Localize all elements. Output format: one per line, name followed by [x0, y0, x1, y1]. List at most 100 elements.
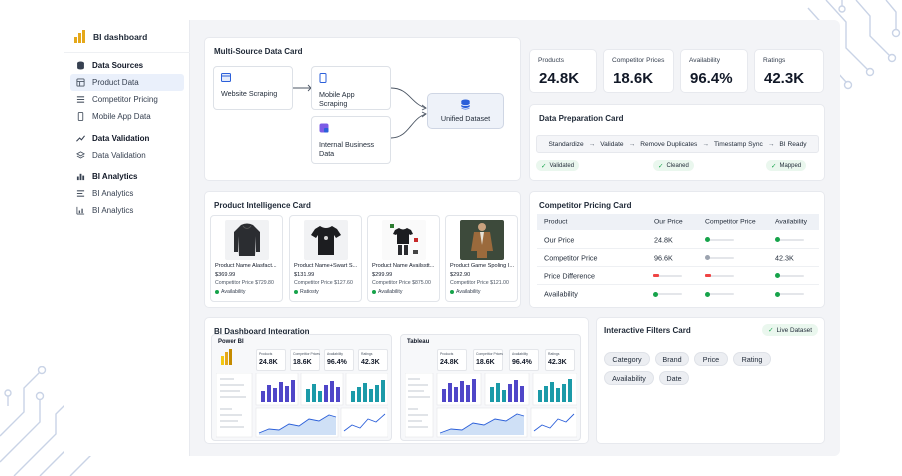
product-name: Product Game Spoling I...: [450, 263, 515, 269]
source-label: Mobile App Scraping: [319, 90, 355, 108]
filter-chip-brand[interactable]: Brand: [655, 352, 689, 366]
mini-kpi-label: Availability: [512, 352, 528, 356]
table-row[interactable]: Our Price 24.8K: [537, 231, 819, 249]
live-dataset-badge: ✓ Live Dataset: [762, 324, 818, 336]
mini-kpi-value: 42.3K: [548, 359, 567, 366]
source-label: Website Scraping: [221, 89, 278, 98]
source-website-scraping[interactable]: Website Scraping: [213, 66, 293, 110]
arrow-right-icon: →: [628, 140, 636, 148]
sidebar-item-product-data[interactable]: Product Data: [70, 74, 184, 91]
filter-chip-category[interactable]: Category: [604, 352, 650, 366]
row-label: Price Difference: [544, 271, 596, 280]
product-card[interactable]: Product Game Spoling I... $292.90 Compet…: [445, 215, 518, 302]
sidebar-section-label: Data Sources: [92, 61, 144, 70]
mini-kpi: Competitor Prices 18.6K: [473, 349, 503, 371]
status-dot-icon: [450, 290, 454, 294]
sidebar-item-label: Product Data: [92, 78, 139, 87]
product-price: $299.99: [372, 272, 393, 278]
our-price-indicator: [653, 274, 682, 277]
kpi-value: 24.8K: [539, 70, 580, 87]
internal-data-icon: [319, 123, 383, 135]
bi-integration-card: BI Dashboard Integration Power BI Produc…: [204, 317, 589, 444]
source-label-line2: Data: [319, 149, 335, 158]
product-card[interactable]: Product Name+Swart S... $131.99 Competit…: [289, 215, 362, 302]
sidebar-section-data-validation[interactable]: Data Validation: [70, 130, 184, 147]
sidebar-item-label: Data Validation: [92, 151, 146, 160]
mini-kpi: Ratings 42.3K: [545, 349, 575, 371]
brand: BI dashboard: [74, 30, 147, 43]
bar-chart-icon: [76, 172, 85, 181]
kpi-value: 42.3K: [764, 70, 805, 87]
power-bi-logo-icon: [220, 349, 234, 370]
unified-dataset-node[interactable]: Unified Dataset: [427, 93, 504, 129]
source-mobile-app-scraping[interactable]: Mobile App Scraping: [311, 66, 391, 110]
sidebar-section-bi-analytics[interactable]: BI Analytics: [70, 168, 184, 185]
filter-chip-availability[interactable]: Availability: [604, 371, 654, 385]
column-header: Our Price: [654, 218, 683, 226]
sidebar-item-label: Mobile App Data: [92, 112, 151, 121]
row-label: Availability: [544, 289, 578, 299]
chip-label: Mapped: [779, 162, 802, 169]
product-price: $292.90: [450, 272, 471, 278]
table-row[interactable]: Price Difference: [537, 267, 819, 285]
sidebar-section-label: BI Analytics: [92, 172, 138, 181]
browser-icon: [221, 73, 285, 84]
sidebar-item-bi-analytics[interactable]: BI Analytics: [70, 185, 184, 202]
filter-label: Rating: [741, 354, 763, 364]
mobile-icon: [319, 73, 383, 85]
table-row[interactable]: Availability: [537, 285, 819, 303]
product-data-icon: [76, 78, 85, 87]
kpi-products: Products 24.8K: [529, 49, 597, 93]
column-header: Availability: [775, 218, 807, 226]
competitor-price: Competitor Price $121.00: [450, 280, 509, 286]
mini-kpi-label: Products: [440, 352, 454, 356]
our-price-indicator: [653, 291, 682, 297]
trend-icon: [76, 134, 85, 143]
status-label: Availability: [221, 289, 246, 295]
column-header: Competitor Price: [705, 218, 756, 226]
filter-chip-price[interactable]: Price: [694, 352, 728, 366]
mini-kpi-label: Products: [259, 352, 273, 356]
sidebar-item-data-validation[interactable]: Data Validation: [70, 147, 184, 164]
product-name: Product Name+Swart S...: [294, 263, 358, 269]
sidebar-item-bi-analytics-2[interactable]: BI Analytics: [70, 202, 184, 219]
filter-chip-date[interactable]: Date: [659, 371, 689, 385]
status-dot-icon: [215, 290, 219, 294]
card-title: Data Preparation Card: [539, 114, 624, 123]
sidebar-item-mobile-app-data[interactable]: Mobile App Data: [70, 108, 184, 125]
database-icon: [428, 99, 503, 112]
product-intelligence-card: Product Intelligence Card Product Name A…: [204, 191, 521, 308]
kpi-competitor-prices: Competitor Prices 18.6K: [603, 49, 674, 93]
card-title: Product Intelligence Card: [214, 201, 311, 210]
product-card[interactable]: Product Name Availsstt... $299.99 Compet…: [367, 215, 440, 302]
competitor-price: Competitor Price $729.80: [215, 280, 274, 286]
source-label-line1: Internal Business: [319, 140, 375, 149]
preparation-pipeline: Standardize → Validate → Remove Duplicates…: [536, 135, 819, 153]
mini-kpi: Products 24.8K: [256, 349, 286, 371]
sidebar-item-competitor-pricing[interactable]: Competitor Pricing: [70, 91, 184, 108]
availability-indicator: [775, 291, 804, 297]
list-icon: [76, 95, 85, 104]
our-price-value: 96.6K: [654, 253, 673, 262]
sidebar-item-label: Competitor Pricing: [92, 95, 158, 104]
row-label: Competitor Price: [544, 253, 598, 262]
kpi-ratings: Ratings 42.3K: [754, 49, 824, 93]
mini-kpi-value: 24.8K: [440, 359, 459, 366]
sidebar-section-label: Data Validation: [92, 134, 150, 143]
power-bi-preview[interactable]: Power BI Products 24.8K Competitor Prices…: [211, 334, 392, 441]
table-row[interactable]: Competitor Price 96.6K 42.3K: [537, 249, 819, 267]
availability-status: Availability: [215, 289, 245, 295]
brand-title: BI dashboard: [93, 31, 148, 42]
sidebar-section-data-sources[interactable]: Data Sources: [70, 57, 184, 74]
pipeline-step: Remove Duplicates: [640, 140, 698, 148]
apparel-set-product-image: [382, 220, 426, 260]
product-card[interactable]: Product Name Alasfact... $369.99 Competi…: [210, 215, 283, 302]
tableau-preview[interactable]: Tableau Products 24.8K Competitor Prices 1…: [400, 334, 581, 441]
table-header: Product Our Price Competitor Price Avail…: [537, 214, 819, 230]
mini-kpi-label: Competitor Prices: [293, 352, 320, 356]
layers-icon: [76, 151, 85, 160]
kpi-label: Competitor Prices: [612, 57, 665, 64]
availability-indicator: [775, 237, 804, 242]
filter-chip-rating[interactable]: Rating: [733, 352, 771, 366]
source-internal-business-data[interactable]: Internal Business Data: [311, 116, 391, 164]
